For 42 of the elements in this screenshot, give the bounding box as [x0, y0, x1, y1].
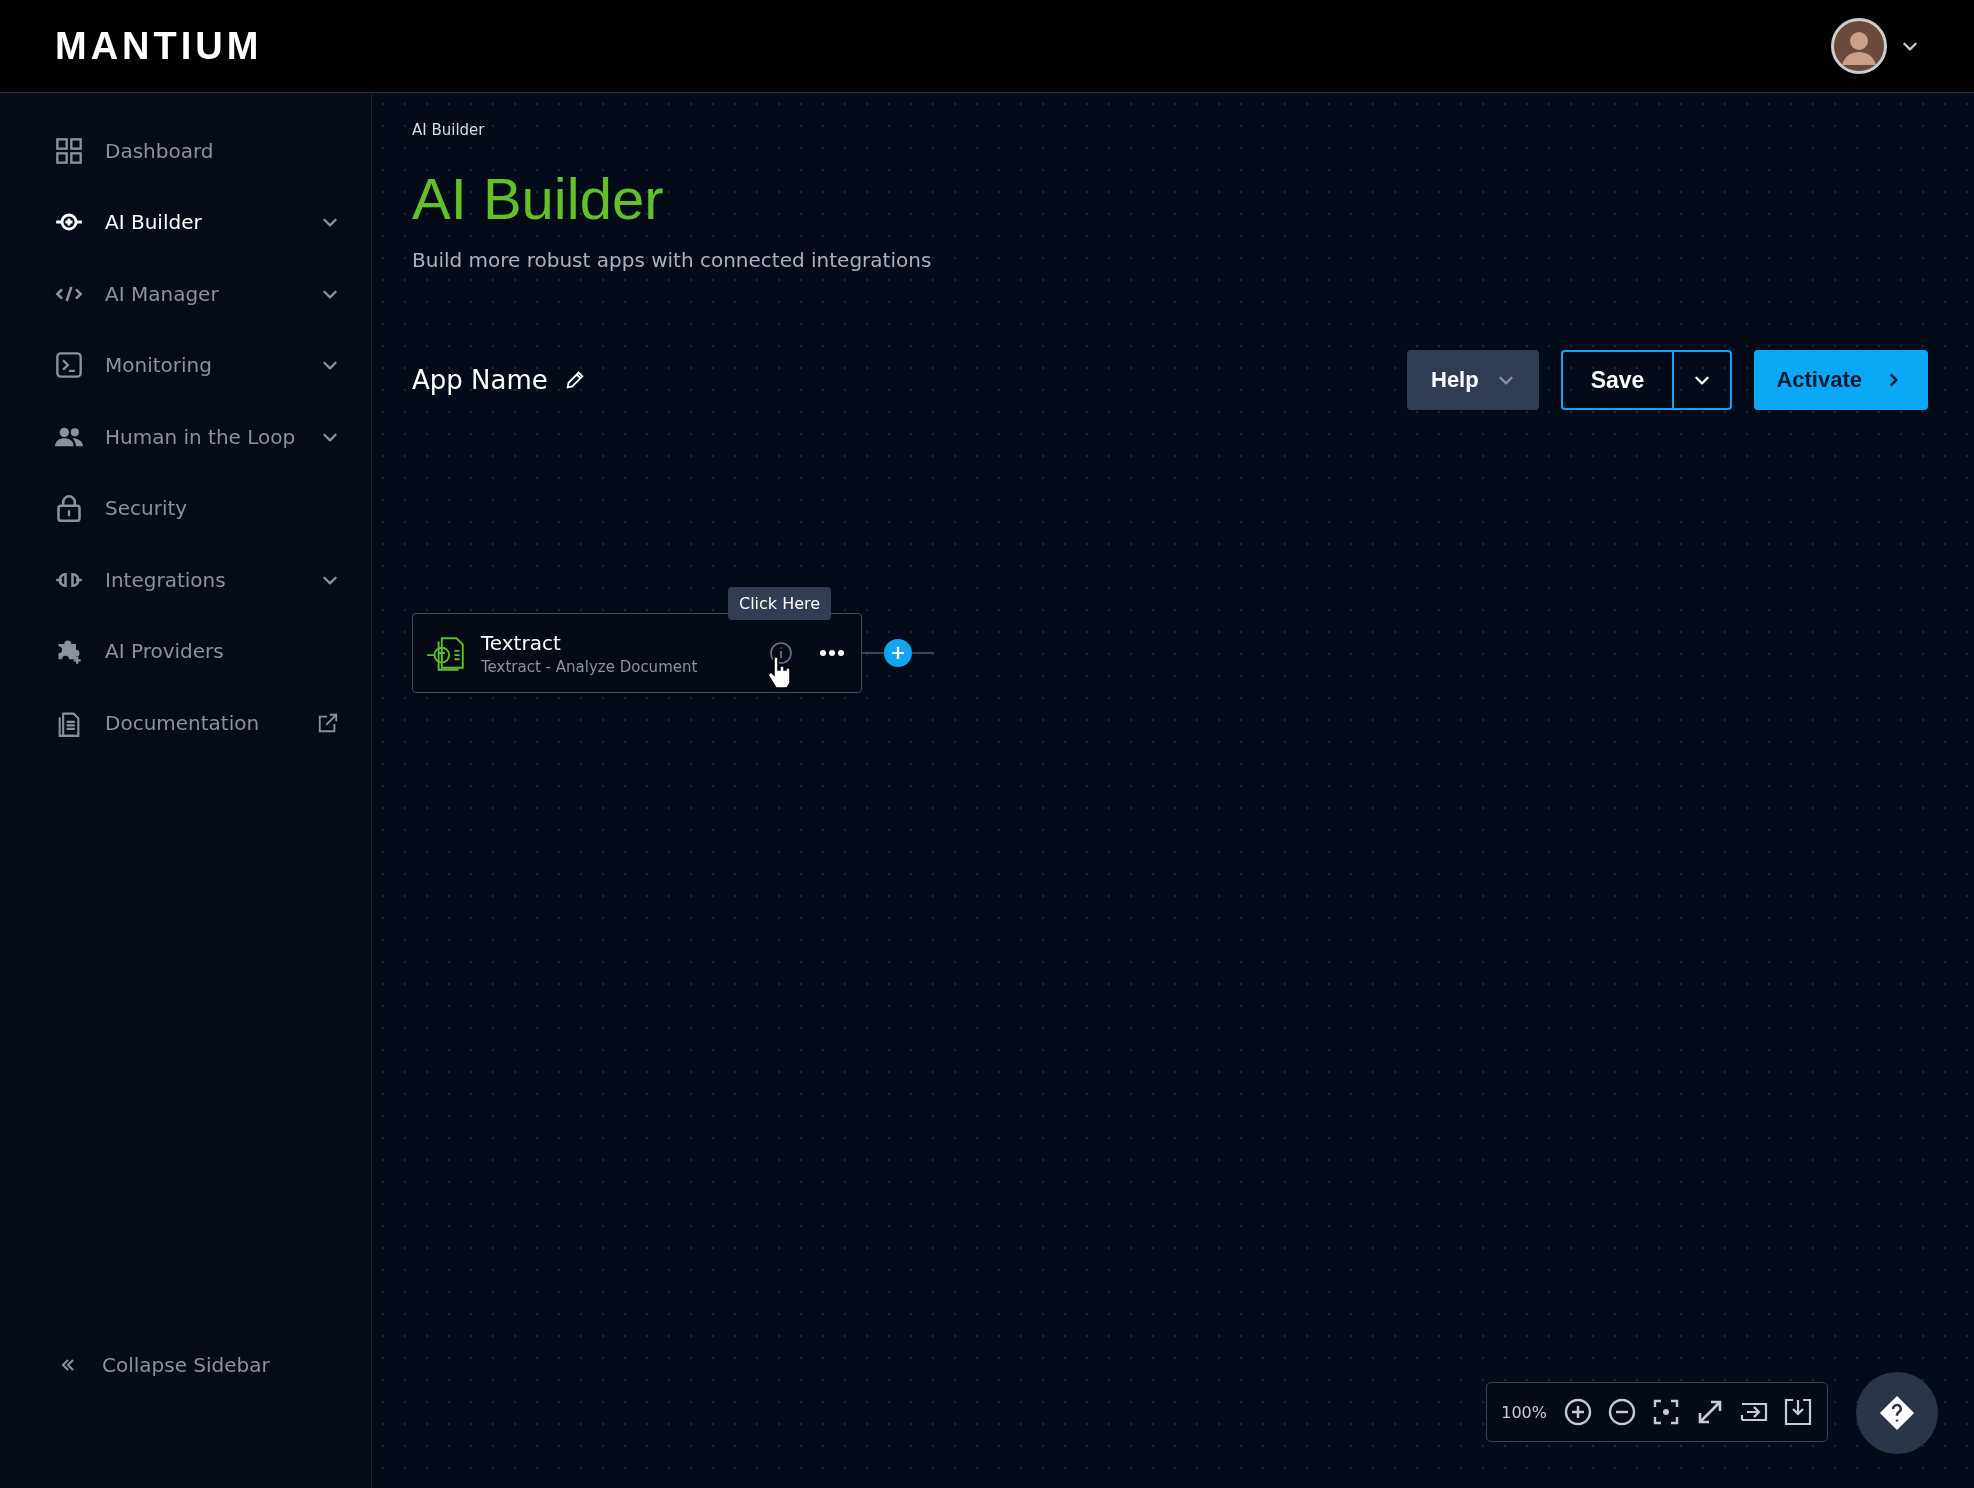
add-node-button[interactable]: [884, 639, 912, 667]
sidebar-item[interactable]: AI Manager: [0, 258, 371, 330]
sidebar-item[interactable]: Security: [0, 472, 371, 544]
zoom-out-icon: [1607, 1397, 1637, 1427]
tooltip: Click Here: [728, 587, 832, 620]
info-icon[interactable]: [769, 641, 793, 665]
question-diamond-icon: [1878, 1394, 1916, 1432]
zoom-out-button[interactable]: [1607, 1397, 1637, 1427]
zoom-in-icon: [1563, 1397, 1593, 1427]
fit-view-button[interactable]: [1651, 1397, 1681, 1427]
help-button[interactable]: Help: [1407, 350, 1539, 410]
avatar[interactable]: [1831, 18, 1887, 74]
lock-icon: [55, 494, 83, 523]
node-title: Textract: [481, 630, 562, 655]
zoom-in-button[interactable]: [1563, 1397, 1593, 1427]
sidebar-item[interactable]: Monitoring: [0, 329, 371, 401]
sidebar-item[interactable]: Dashboard: [0, 115, 371, 187]
download-icon: [1783, 1397, 1813, 1427]
breadcrumb[interactable]: AI Builder: [412, 121, 1934, 139]
sidebar-item[interactable]: AI Providers: [0, 615, 371, 687]
sidebar-item[interactable]: AI Builder: [0, 186, 371, 258]
page-subtitle: Build more robust apps with connected integrations: [412, 248, 933, 272]
double-chevron-left-icon: [60, 1357, 76, 1373]
sidebar-item[interactable]: Documentation: [0, 687, 371, 759]
workflow-node[interactable]: Textract Textract - Analyze Document: [412, 613, 862, 693]
node-subtitle: Textract - Analyze Document: [481, 657, 699, 676]
zoom-level: 100%: [1501, 1402, 1547, 1422]
focus-icon: [1651, 1397, 1681, 1427]
collapse-sidebar-button[interactable]: Collapse Sidebar: [0, 1352, 371, 1378]
external-link-icon: [317, 711, 339, 734]
plus-icon: [890, 645, 906, 661]
hand-cursor-icon: [766, 655, 794, 689]
sidebar-item[interactable]: Integrations: [0, 544, 371, 616]
activate-button[interactable]: Activate: [1754, 350, 1928, 410]
grid-icon: [55, 136, 83, 165]
terminal-icon: [55, 351, 83, 380]
app-name: App Name: [412, 365, 548, 395]
sidebar-item[interactable]: Human in the Loop: [0, 401, 371, 473]
logo: MANTIUM: [55, 24, 263, 68]
download-button[interactable]: [1783, 1397, 1813, 1427]
page-title: AI Builder: [412, 165, 665, 232]
more-icon[interactable]: [819, 649, 845, 657]
